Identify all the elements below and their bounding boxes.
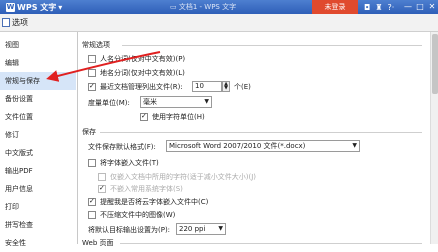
sidebar-item-revision[interactable]: 修订: [0, 126, 76, 144]
recent-files-stepper[interactable]: ▲ ▼: [222, 81, 230, 92]
measure-unit-select[interactable]: 毫米 ▼: [140, 96, 212, 108]
person-name-segmentation-label: 人名分词(仅对中文有效)(P): [100, 55, 186, 63]
no-compress-images-label: 不压缩文件中的图像(W): [100, 211, 176, 219]
sidebar-item-print[interactable]: 打印: [0, 198, 76, 216]
measure-unit-label: 度量单位(M):: [88, 99, 130, 107]
general-section-title: 常规选项: [82, 41, 110, 49]
section-divider: [100, 132, 422, 133]
no-compress-images-checkbox[interactable]: [88, 211, 96, 219]
skip-system-fonts-label: 不嵌入常用系统字体(S): [110, 185, 183, 193]
recent-files-unit: 个(E): [234, 83, 251, 91]
wps-logo-icon: W: [6, 2, 15, 12]
sidebar-item-security[interactable]: 安全性: [0, 234, 76, 252]
app-menu-button[interactable]: W WPS 文字 ▾: [2, 1, 66, 13]
sidebar-item-view[interactable]: 视图: [0, 36, 76, 54]
sidebar-item-export-pdf[interactable]: 输出PDF: [0, 162, 76, 180]
default-format-select[interactable]: Microsoft Word 2007/2010 文件(*.docx) ▼: [166, 140, 360, 152]
default-format-value: Microsoft Word 2007/2010 文件(*.docx): [169, 142, 306, 150]
scrollbar[interactable]: [430, 32, 438, 244]
document-title: ▭ 文档1 - WPS 文字: [170, 3, 237, 11]
shirt-icon[interactable]: ♜: [375, 3, 382, 12]
web-section-title: Web 页面: [82, 239, 114, 247]
embed-fonts-label: 将字体嵌入文件(T): [100, 159, 159, 167]
chevron-down-icon: ▾: [58, 2, 63, 12]
skin-icon[interactable]: ◘: [364, 3, 370, 12]
chevron-down-icon: ▼: [204, 98, 209, 105]
sidebar-item-spellcheck[interactable]: 拼写检查: [0, 216, 76, 234]
minimize-button[interactable]: —: [402, 0, 414, 14]
sidebar-item-general-save[interactable]: 常规与保存: [0, 72, 76, 90]
place-name-segmentation-label: 地名分词(仅对中文有效)(L): [100, 69, 185, 77]
sidebar-item-user-info[interactable]: 用户信息: [0, 180, 76, 198]
char-unit-checkbox[interactable]: [140, 112, 148, 121]
embed-used-chars-label: 仅嵌入文档中所用的字符(适于减小文件大小)(J): [110, 173, 256, 181]
default-output-label: 将默认目标输出设置为(P):: [88, 226, 171, 234]
options-sidebar: 视图 编辑 常规与保存 备份设置 文件位置 修订 中文版式 输出PDF 用户信息…: [0, 32, 78, 247]
sidebar-item-edit[interactable]: 编辑: [0, 54, 76, 72]
embed-used-chars-checkbox[interactable]: [98, 173, 106, 181]
chevron-down-icon: ▼: [352, 142, 357, 149]
title-bar: W WPS 文字 ▾ ▭ 文档1 - WPS 文字 未登录 ◘ ♜ ?· — □…: [0, 0, 438, 14]
help-icon[interactable]: ?·: [388, 3, 395, 12]
options-icon: [2, 18, 10, 27]
close-button[interactable]: ✕: [426, 0, 438, 14]
cloud-font-prompt-checkbox[interactable]: [88, 197, 96, 206]
scrollbar-thumb[interactable]: [432, 34, 438, 94]
sidebar-item-chinese-layout[interactable]: 中文版式: [0, 144, 76, 162]
measure-unit-value: 毫米: [143, 98, 157, 106]
window-controls: — □ ✕: [402, 0, 438, 14]
default-output-select[interactable]: 220 ppi ▼: [176, 223, 226, 235]
titlebar-icons: ◘ ♜ ?·: [364, 0, 394, 14]
skip-system-fonts-checkbox[interactable]: [98, 184, 106, 193]
place-name-segmentation-checkbox[interactable]: [88, 69, 96, 77]
char-unit-label: 使用字符单位(H): [152, 113, 205, 121]
chevron-down-icon: ▼: [218, 225, 223, 232]
recent-files-count-input[interactable]: 10: [192, 81, 222, 92]
section-divider: [122, 45, 422, 46]
save-section-title: 保存: [82, 128, 96, 136]
embed-fonts-checkbox[interactable]: [88, 159, 96, 167]
default-output-value: 220 ppi: [179, 225, 206, 233]
dialog-header: 选项: [0, 14, 438, 32]
cloud-font-prompt-label: 提醒我是否将云字体嵌入文件中(C): [100, 198, 209, 206]
options-panel: 常规选项 人名分词(仅对中文有效)(P) 地名分词(仅对中文有效)(L) 最近文…: [80, 32, 438, 247]
app-name: WPS 文字: [17, 2, 57, 12]
document-icon: ▭: [170, 3, 179, 11]
default-format-label: 文件保存默认格式(F):: [88, 143, 156, 151]
sidebar-item-backup[interactable]: 备份设置: [0, 90, 76, 108]
maximize-button[interactable]: □: [414, 0, 426, 14]
person-name-segmentation-checkbox[interactable]: [88, 55, 96, 63]
sidebar-item-file-location[interactable]: 文件位置: [0, 108, 76, 126]
dialog-title: 选项: [12, 18, 28, 27]
recent-files-label: 最近文档管理列出文件(R):: [100, 83, 183, 91]
recent-files-checkbox[interactable]: [88, 82, 96, 91]
login-button[interactable]: 未登录: [312, 0, 358, 14]
